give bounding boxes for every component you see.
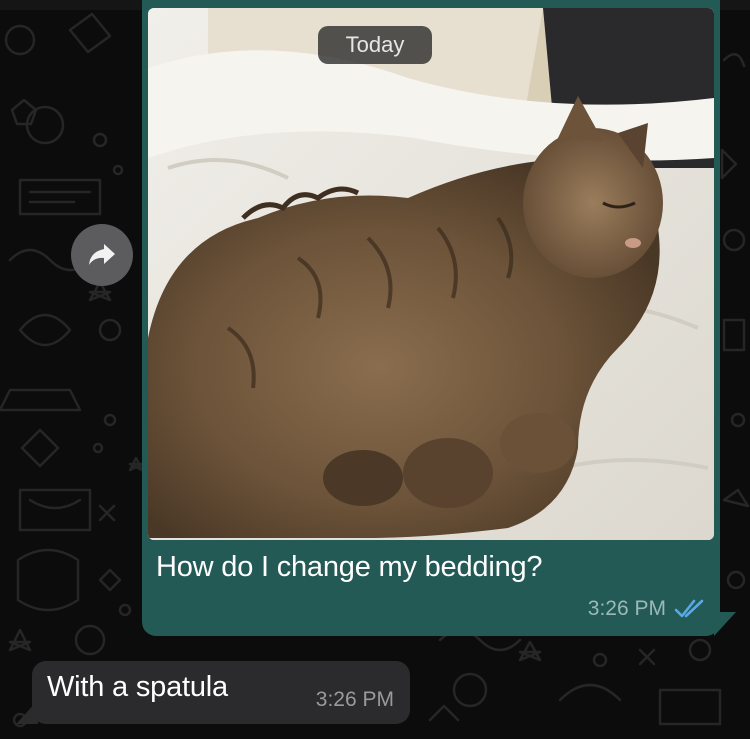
date-divider: Today xyxy=(318,26,432,64)
outgoing-bubble-tail xyxy=(714,612,736,636)
outgoing-message-bubble[interactable]: How do I change my bedding? 3:26 PM xyxy=(142,0,720,636)
forward-arrow-icon xyxy=(89,244,115,265)
double-check-read-icon xyxy=(674,599,704,618)
forward-button[interactable] xyxy=(71,224,133,286)
cat-photo[interactable] xyxy=(148,8,714,540)
message-meta: 3:26 PM xyxy=(588,597,706,621)
incoming-message-time: 3:26 PM xyxy=(315,688,394,711)
message-caption: How do I change my bedding? xyxy=(156,551,543,583)
incoming-message-bubble[interactable]: With a spatula 3:26 PM xyxy=(32,661,410,724)
incoming-message-text: With a spatula xyxy=(47,671,228,703)
chat-view: How do I change my bedding? 3:26 PM Toda… xyxy=(0,0,750,739)
message-time: 3:26 PM xyxy=(587,597,666,620)
